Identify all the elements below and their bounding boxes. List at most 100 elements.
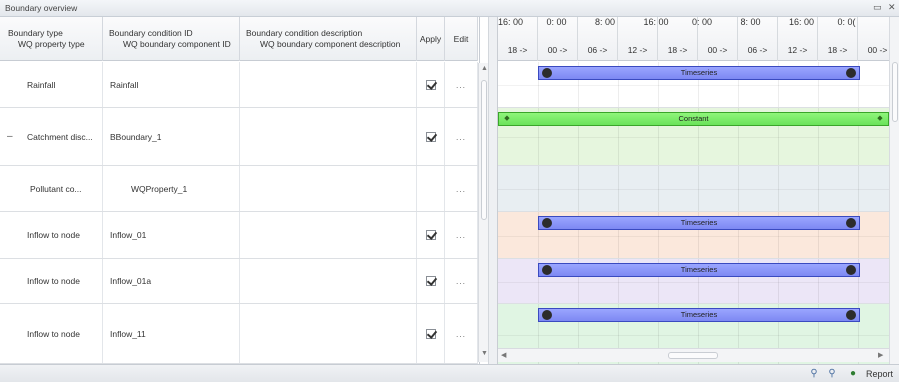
timeline-hscroll-thumb[interactable] <box>668 352 718 359</box>
table-row[interactable]: – Catchment disc... BBoundary_1... <box>0 108 478 166</box>
bar-label: Timeseries <box>680 310 718 319</box>
start-handle-icon[interactable] <box>542 218 552 228</box>
cell-apply <box>417 108 445 165</box>
column-header-desc[interactable]: Boundary condition description WQ bounda… <box>240 17 417 61</box>
timeseries-bar[interactable]: Timeseries <box>538 216 860 230</box>
column-header-type[interactable]: Boundary type WQ property type <box>0 17 103 61</box>
header-id-line1: Boundary condition ID <box>109 28 193 38</box>
expand-icon[interactable]: – <box>7 131 13 142</box>
constant-bar[interactable]: Constant ◆ ◆ <box>498 112 889 126</box>
table-row[interactable]: Inflow to node Inflow_11... <box>0 304 478 364</box>
timeline-lane[interactable]: Timeseries <box>498 259 899 304</box>
end-handle-icon[interactable] <box>846 218 856 228</box>
boundary-type-text: Inflow to node <box>27 230 80 240</box>
cell-boundary-desc[interactable] <box>240 108 417 165</box>
timeline-horizontal-scrollbar[interactable]: ◀ ▶ <box>498 348 889 362</box>
boundary-id-text: Inflow_01a <box>110 276 152 286</box>
bar-label: Timeseries <box>680 265 718 274</box>
start-handle-icon[interactable] <box>542 310 552 320</box>
apply-checkbox[interactable] <box>425 131 436 142</box>
timeseries-bar[interactable]: Timeseries <box>538 263 860 277</box>
lane-midline <box>498 85 899 86</box>
pane-splitter[interactable] <box>488 17 498 364</box>
edit-ellipsis-button[interactable]: ... <box>456 80 466 90</box>
apply-checkbox[interactable] <box>425 79 436 90</box>
apply-checkbox[interactable] <box>425 230 436 240</box>
column-header-apply[interactable]: Apply <box>417 17 445 61</box>
timeline-lane[interactable] <box>498 166 899 212</box>
cell-boundary-desc[interactable] <box>240 304 417 363</box>
timeline-sub-label: 06 -> <box>747 45 768 55</box>
edit-ellipsis-button[interactable]: ... <box>456 329 466 339</box>
timeline-lane[interactable]: Timeseries <box>498 212 899 259</box>
cell-boundary-desc[interactable] <box>240 62 417 107</box>
bar-label: Timeseries <box>680 68 718 77</box>
header-edit-label: Edit <box>453 33 469 44</box>
apply-checkbox[interactable] <box>425 276 436 286</box>
zoom-out-icon[interactable]: ⚲ <box>826 368 838 380</box>
restore-icon[interactable]: ▭ <box>873 2 882 13</box>
end-handle-icon[interactable] <box>846 68 856 78</box>
cell-boundary-id[interactable]: WQProperty_1 <box>103 166 240 211</box>
cell-boundary-id[interactable]: Inflow_01 <box>103 212 240 258</box>
boundary-type-text: Pollutant co... <box>30 183 82 194</box>
timeline-sub-label: 18 -> <box>667 45 688 55</box>
cell-boundary-id[interactable]: Rainfall <box>103 62 240 107</box>
timeline-time-label: 16: 00 <box>789 17 815 27</box>
cell-boundary-type[interactable]: Inflow to node <box>0 259 103 303</box>
cell-boundary-id[interactable]: Inflow_11 <box>103 304 240 363</box>
cell-boundary-desc[interactable] <box>240 166 417 211</box>
edit-ellipsis-button[interactable]: ... <box>456 132 466 142</box>
table-row[interactable]: Rainfall Rainfall... <box>0 62 478 108</box>
cell-boundary-type[interactable]: Inflow to node <box>0 212 103 258</box>
scroll-down-icon[interactable]: ▼ <box>481 350 488 357</box>
cell-boundary-id[interactable]: BBoundary_1 <box>103 108 240 165</box>
cell-boundary-desc[interactable] <box>240 259 417 303</box>
cell-boundary-type[interactable]: Pollutant co... <box>0 166 103 211</box>
timeline-time-label: 8: 00 <box>740 17 761 27</box>
apply-checkbox[interactable] <box>425 328 436 339</box>
table-row[interactable]: Inflow to node Inflow_01... <box>0 212 478 259</box>
cell-boundary-type[interactable]: Inflow to node <box>0 304 103 363</box>
scroll-left-icon[interactable]: ◀ <box>501 351 506 359</box>
grid-header: Boundary type WQ property type Boundary … <box>0 17 478 61</box>
column-header-id[interactable]: Boundary condition ID WQ boundary compon… <box>103 17 240 61</box>
edit-ellipsis-button[interactable]: ... <box>456 230 466 240</box>
zoom-in-icon[interactable]: ⚲ <box>808 368 820 380</box>
timeline-lane[interactable]: Constant ◆ ◆ <box>498 108 899 166</box>
cell-boundary-type[interactable]: Rainfall <box>0 62 103 107</box>
report-button[interactable]: Report <box>866 369 893 379</box>
timeline-time-label: 0: 00 <box>546 17 567 27</box>
table-row[interactable]: Inflow to node Inflow_01a... <box>0 259 478 304</box>
window-titlebar: Boundary overview ▭ ✕ <box>0 0 899 17</box>
column-header-edit[interactable]: Edit <box>445 17 478 61</box>
end-handle-icon[interactable] <box>846 310 856 320</box>
edit-ellipsis-button[interactable]: ... <box>456 184 466 194</box>
edit-ellipsis-button[interactable]: ... <box>456 276 466 286</box>
timeline-lane[interactable]: Timeseries <box>498 62 899 108</box>
timeseries-bar[interactable]: Timeseries <box>538 66 860 80</box>
globe-icon[interactable]: ● <box>847 368 859 380</box>
timeseries-bar[interactable]: Timeseries <box>538 308 860 322</box>
timeline-vertical-scrollbar[interactable] <box>889 17 899 364</box>
close-icon[interactable]: ✕ <box>888 2 896 13</box>
cell-boundary-id[interactable]: Inflow_01a <box>103 259 240 303</box>
start-handle-icon[interactable] <box>542 265 552 275</box>
cell-apply <box>417 62 445 107</box>
end-handle-icon[interactable] <box>846 265 856 275</box>
lane-midline <box>498 335 899 336</box>
cell-edit: ... <box>445 212 478 258</box>
start-pin-icon[interactable]: ◆ <box>503 115 511 123</box>
grid-vscroll-thumb[interactable] <box>481 80 487 220</box>
lane-midline <box>498 189 899 190</box>
start-handle-icon[interactable] <box>542 68 552 78</box>
table-row[interactable]: Pollutant co... WQProperty_1... <box>0 166 478 212</box>
scroll-up-icon[interactable]: ▲ <box>481 65 488 72</box>
timeline-sub-label: 00 -> <box>547 45 568 55</box>
cell-boundary-desc[interactable] <box>240 212 417 258</box>
cell-boundary-type[interactable]: – Catchment disc... <box>0 108 103 165</box>
end-pin-icon[interactable]: ◆ <box>876 115 884 123</box>
grid-vertical-scrollbar[interactable]: ▲ ▼ <box>478 63 488 362</box>
timeline-vscroll-thumb[interactable] <box>892 62 898 122</box>
scroll-right-icon[interactable]: ▶ <box>878 351 883 359</box>
